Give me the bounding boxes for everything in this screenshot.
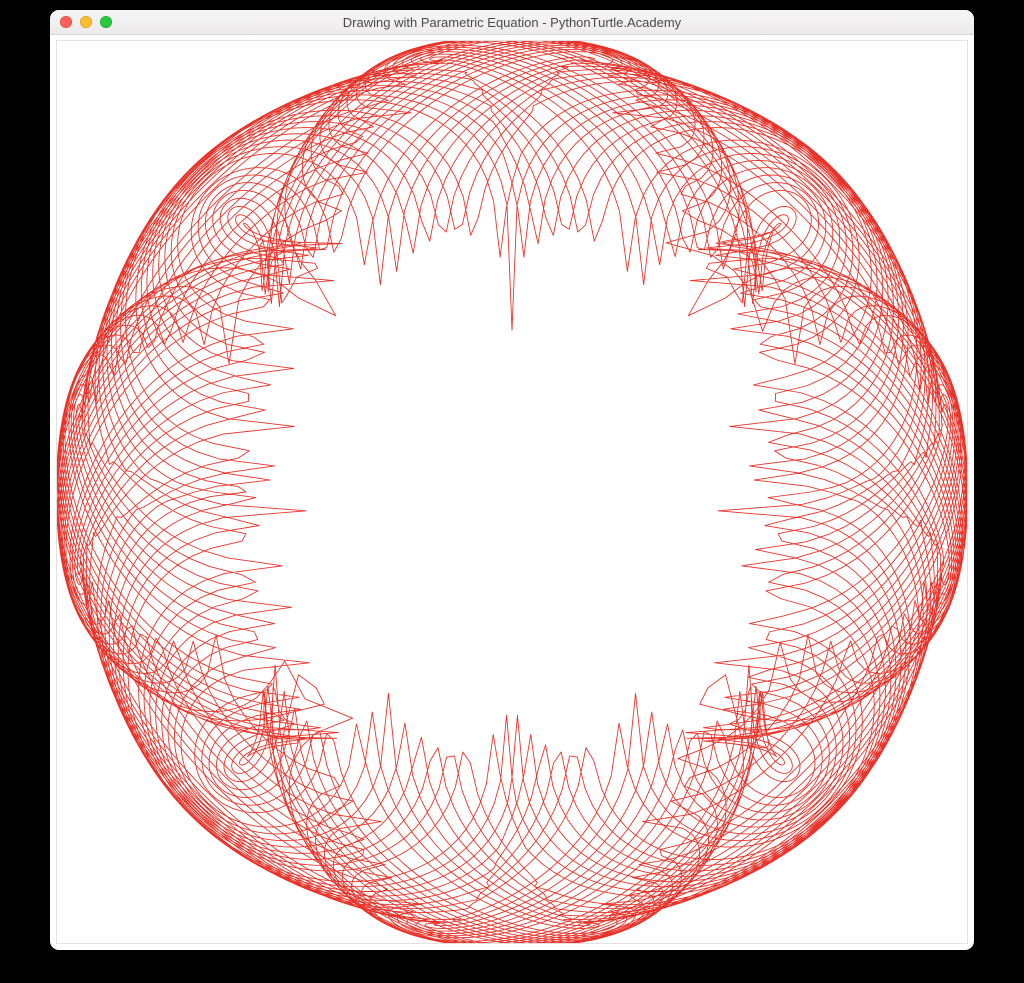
window-controls [60, 16, 112, 28]
window-title: Drawing with Parametric Equation - Pytho… [50, 15, 974, 30]
canvas-area [56, 40, 968, 944]
titlebar[interactable]: Drawing with Parametric Equation - Pytho… [50, 10, 974, 35]
zoom-icon[interactable] [100, 16, 112, 28]
parametric-plot [57, 41, 967, 943]
turtle-canvas [57, 41, 967, 943]
app-window: Drawing with Parametric Equation - Pytho… [50, 10, 974, 950]
minimize-icon[interactable] [80, 16, 92, 28]
curve-path [57, 41, 967, 943]
close-icon[interactable] [60, 16, 72, 28]
